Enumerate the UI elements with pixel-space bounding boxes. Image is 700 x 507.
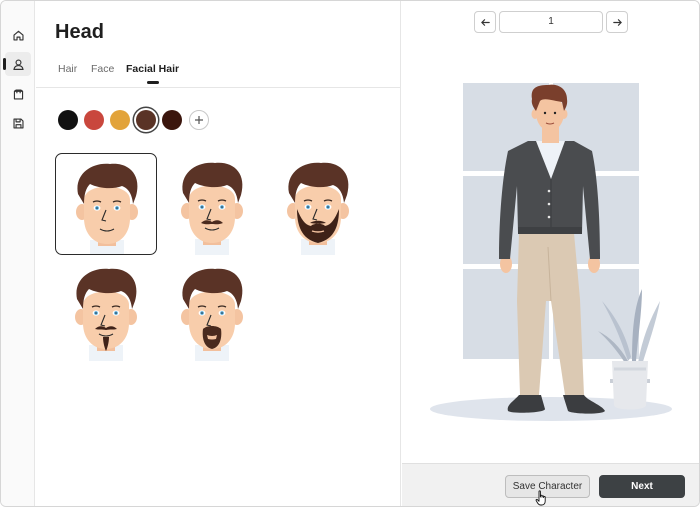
facial-hair-option-circle-beard[interactable]: [161, 259, 263, 361]
app-window: Head Hair Face Facial Hair 1 Save Charac…: [0, 0, 700, 507]
arrow-left-icon: [480, 18, 490, 26]
tab-facial-hair[interactable]: Facial Hair: [126, 63, 179, 84]
color-swatch-red[interactable]: [84, 110, 104, 130]
arrow-right-icon: [612, 18, 622, 26]
color-swatch-brown[interactable]: [136, 110, 156, 130]
rail-save[interactable]: [5, 111, 31, 135]
facial-hair-option-none[interactable]: [55, 153, 157, 255]
next-page-button[interactable]: [606, 11, 628, 33]
add-color-button[interactable]: [189, 110, 209, 130]
user-icon: [12, 58, 24, 70]
action-footer: Save Character Next: [402, 463, 699, 506]
rail-home[interactable]: [5, 23, 31, 47]
facial-hair-option-mustache[interactable]: [161, 153, 263, 255]
prev-button[interactable]: [474, 11, 496, 33]
editor-panel: Head Hair Face Facial Hair: [36, 1, 401, 506]
face-illustration: [75, 268, 137, 361]
character-preview: [430, 83, 672, 421]
facial-hair-option-goatee-mustache[interactable]: [55, 259, 157, 361]
tab-face[interactable]: Face: [91, 63, 114, 75]
page-title: Head: [55, 21, 104, 43]
face-illustration: [287, 162, 349, 255]
color-swatch-orange[interactable]: [110, 110, 130, 130]
preview-panel: 1: [402, 1, 699, 463]
save-character-button[interactable]: Save Character: [505, 475, 590, 498]
rail-outfit[interactable]: [5, 82, 31, 106]
face-illustration: [181, 162, 243, 255]
color-swatch-black[interactable]: [58, 110, 78, 130]
color-swatch-dark-brown[interactable]: [162, 110, 182, 130]
save-icon: [12, 117, 24, 129]
rail-character[interactable]: [3, 52, 31, 76]
plus-icon: [195, 116, 203, 124]
facial-hair-option-full-beard[interactable]: [267, 153, 369, 255]
next-button[interactable]: Next: [599, 475, 685, 498]
home-icon: [12, 30, 24, 41]
face-illustration: [76, 163, 138, 254]
side-rail: [1, 1, 35, 506]
tab-hair[interactable]: Hair: [58, 63, 77, 75]
outfit-icon: [13, 88, 23, 100]
page-number-input[interactable]: 1: [499, 11, 603, 33]
face-illustration: [181, 268, 243, 361]
tab-bar: Hair Face Facial Hair: [36, 57, 400, 88]
